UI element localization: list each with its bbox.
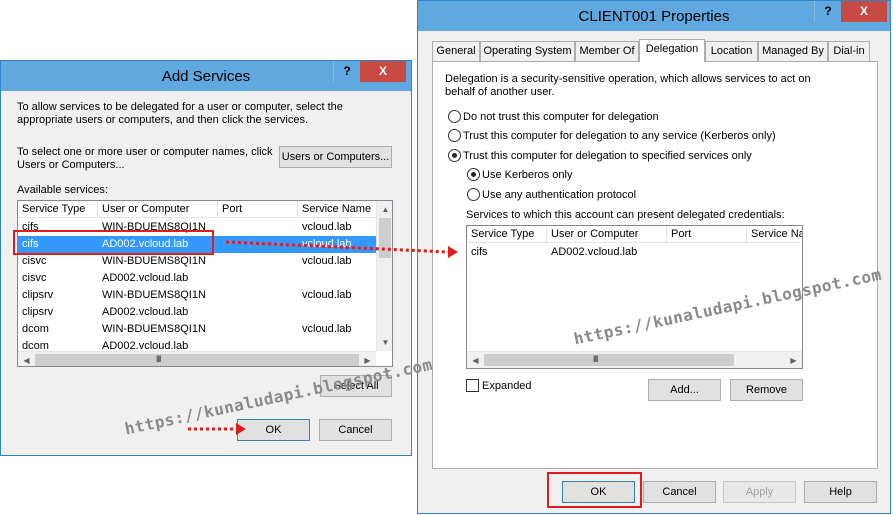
add-button[interactable]: Add...	[648, 379, 721, 401]
scroll-thumb[interactable]	[379, 218, 391, 258]
tab-general[interactable]: General	[432, 41, 480, 61]
row-type-cell: cisvc	[22, 255, 47, 267]
radio-trust-any-label[interactable]: Trust this computer for delegation to an…	[463, 130, 776, 143]
scroll-thumb-h[interactable]	[484, 354, 734, 366]
ok-button[interactable]: OK	[237, 419, 310, 441]
close-button[interactable]: X	[841, 1, 887, 22]
apply-button[interactable]: Apply	[723, 481, 796, 503]
row-user-cell: WIN-BDUEMS8QI1N	[102, 255, 206, 267]
radio-kerberos-only[interactable]	[467, 168, 480, 181]
scroll-left-arrow[interactable]: ◀	[18, 352, 35, 366]
column-port[interactable]: Port	[667, 226, 747, 243]
list-row[interactable]: cisvc AD002.vcloud.lab	[18, 270, 376, 287]
delegation-panel: Delegation is a security-sensitive opera…	[432, 61, 878, 469]
radio-any-auth[interactable]	[467, 188, 480, 201]
list-row[interactable]: clipsrv AD002.vcloud.lab	[18, 304, 376, 321]
scroll-left-arrow[interactable]: ◀	[467, 352, 484, 368]
row-type-cell: cifs	[471, 246, 488, 258]
cancel-button[interactable]: Cancel	[643, 481, 716, 503]
row-user-cell: AD002.vcloud.lab	[102, 272, 189, 284]
tab-dial-in[interactable]: Dial-in	[828, 41, 870, 61]
services-label: Services to which this account can prese…	[466, 209, 785, 221]
column-service-name[interactable]: Service Na	[747, 226, 802, 243]
close-button[interactable]: X	[360, 61, 406, 82]
properties-titlebar[interactable]: CLIENT001 Properties ? X	[418, 1, 890, 31]
row-type-cell: clipsrv	[22, 289, 54, 301]
row-name-cell: vcloud.lab	[302, 255, 352, 267]
tab-location[interactable]: Location	[705, 41, 758, 61]
tab-member-of[interactable]: Member Of	[575, 41, 639, 61]
scroll-right-arrow[interactable]: ▶	[359, 352, 376, 366]
radio-trust-any[interactable]	[448, 129, 461, 142]
list-row[interactable]: clipsrv WIN-BDUEMS8QI1N vcloud.lab	[18, 287, 376, 304]
available-services-list[interactable]: Service Type User or Computer Port Servi…	[17, 200, 393, 367]
horizontal-scrollbar[interactable]: ◀ III ▶	[18, 351, 376, 366]
delegation-description: Delegation is a security-sensitive opera…	[445, 73, 811, 98]
row-name-cell: vcloud.lab	[302, 289, 352, 301]
vertical-scrollbar[interactable]: ▲ ▼	[376, 201, 392, 351]
column-port[interactable]: Port	[218, 201, 298, 218]
row-name-cell: vcloud.lab	[302, 238, 352, 250]
column-service-type[interactable]: Service Type	[18, 201, 98, 218]
row-user-cell: WIN-BDUEMS8QI1N	[102, 323, 206, 335]
row-user-cell: AD002.vcloud.lab	[102, 306, 189, 318]
row-name-cell: vcloud.lab	[302, 221, 352, 233]
cancel-button[interactable]: Cancel	[319, 419, 392, 441]
tab-delegation[interactable]: Delegation	[639, 39, 705, 62]
select-users-text: To select one or more user or computer n…	[17, 146, 273, 171]
add-services-dialog: Add Services ? X To allow services to be…	[0, 60, 412, 456]
intro-text: To allow services to be delegated for a …	[17, 101, 343, 126]
scroll-grip: III	[593, 354, 598, 364]
annotation-box-ok-button	[547, 472, 642, 508]
radio-kerberos-only-label[interactable]: Use Kerberos only	[482, 169, 573, 182]
available-services-label: Available services:	[17, 184, 108, 196]
row-user-cell: AD002.vcloud.lab	[551, 246, 638, 258]
list-row[interactable]: cisvc WIN-BDUEMS8QI1N vcloud.lab	[18, 253, 376, 270]
column-user-or-computer[interactable]: User or Computer	[547, 226, 667, 243]
row-type-cell: clipsrv	[22, 306, 54, 318]
list-header: Service Type User or Computer Port Servi…	[18, 201, 392, 218]
list-header: Service Type User or Computer Port Servi…	[467, 226, 802, 243]
radio-trust-specified[interactable]	[448, 149, 461, 162]
expanded-checkbox[interactable]	[466, 379, 479, 392]
list-row[interactable]: dcom WIN-BDUEMS8QI1N vcloud.lab	[18, 321, 376, 338]
column-service-type[interactable]: Service Type	[467, 226, 547, 243]
radio-no-trust-label[interactable]: Do not trust this computer for delegatio…	[463, 111, 659, 124]
radio-trust-specified-label[interactable]: Trust this computer for delegation to sp…	[463, 150, 752, 163]
expanded-label[interactable]: Expanded	[482, 380, 532, 393]
annotation-box-selected-row	[13, 230, 214, 255]
horizontal-scrollbar[interactable]: ◀ III ▶	[467, 351, 802, 368]
scroll-up-arrow[interactable]: ▲	[377, 201, 392, 218]
column-user-or-computer[interactable]: User or Computer	[98, 201, 218, 218]
tab-managed-by[interactable]: Managed By	[758, 41, 828, 61]
help-title-button[interactable]: ?	[333, 61, 360, 82]
row-name-cell: vcloud.lab	[302, 323, 352, 335]
help-title-button[interactable]: ?	[814, 1, 841, 22]
column-service-name[interactable]: Service Name	[298, 201, 378, 218]
row-type-cell: dcom	[22, 323, 49, 335]
properties-dialog: CLIENT001 Properties ? X General Operati…	[417, 0, 891, 514]
users-or-computers-button[interactable]: Users or Computers...	[279, 146, 392, 168]
help-button[interactable]: Help	[804, 481, 877, 503]
scroll-thumb-h[interactable]	[35, 354, 359, 366]
list-row[interactable]: cifs AD002.vcloud.lab	[467, 244, 802, 261]
scroll-grip: III	[156, 354, 161, 364]
add-services-titlebar[interactable]: Add Services ? X	[1, 61, 411, 91]
tab-operating-system[interactable]: Operating System	[480, 41, 575, 61]
add-services-body: To allow services to be delegated for a …	[7, 91, 405, 449]
row-user-cell: WIN-BDUEMS8QI1N	[102, 289, 206, 301]
radio-any-auth-label[interactable]: Use any authentication protocol	[482, 189, 636, 202]
radio-no-trust[interactable]	[448, 110, 461, 123]
remove-button[interactable]: Remove	[730, 379, 803, 401]
scroll-right-arrow[interactable]: ▶	[785, 352, 802, 368]
row-type-cell: cisvc	[22, 272, 47, 284]
scroll-down-arrow[interactable]: ▼	[377, 334, 392, 351]
